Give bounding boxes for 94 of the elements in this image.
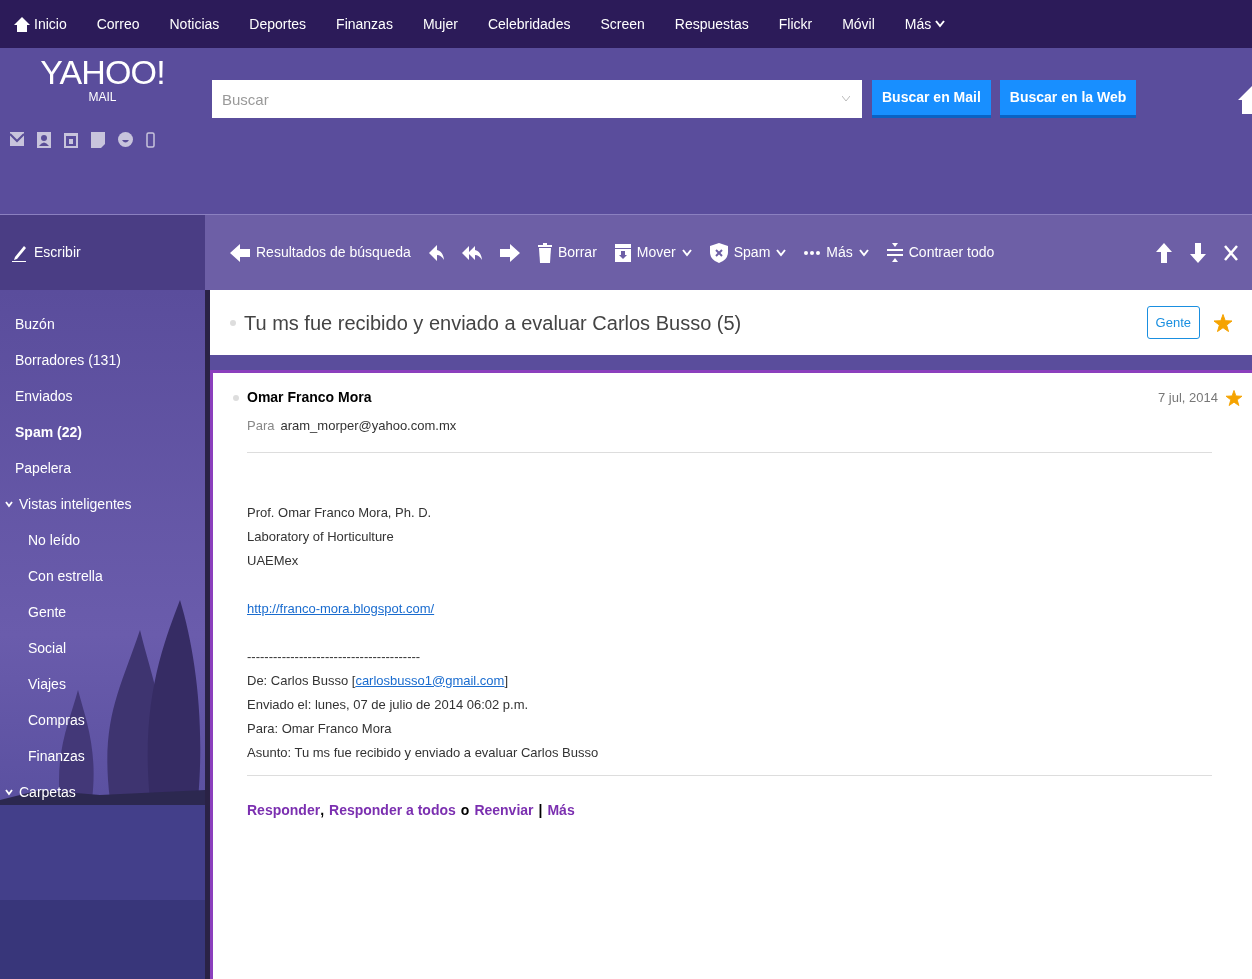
nav-link[interactable]: Más	[904, 13, 946, 35]
separator-text: |	[538, 800, 543, 820]
sidebar-item[interactable]: Enviados	[15, 378, 73, 414]
sidebar-item[interactable]: Compras	[28, 702, 85, 738]
toolbar-button[interactable]: Mover	[614, 242, 692, 263]
chevron-icon	[5, 500, 13, 508]
sidebar-item[interactable]: Borradores (131)	[15, 342, 121, 378]
arrow-down-icon	[1190, 242, 1206, 263]
nav-link[interactable]: Correo	[96, 13, 140, 35]
notepad-icon[interactable]	[91, 132, 105, 148]
sidebar-item[interactable]: No leído	[28, 522, 81, 558]
arrow-up-button[interactable]	[1156, 242, 1172, 263]
search-button[interactable]: Buscar en la Web	[999, 80, 1137, 118]
chevron-icon	[5, 788, 13, 796]
home-icon	[14, 16, 30, 32]
toolbar-button[interactable]: Más	[804, 242, 869, 263]
star-icon[interactable]	[1214, 313, 1232, 332]
reply-all-icon	[461, 244, 482, 261]
separator-text: ,	[320, 800, 324, 820]
toolbar-button[interactable]: Borrar	[537, 242, 597, 263]
chevron-down-icon	[681, 248, 692, 257]
nav-link[interactable]: Screen	[600, 13, 645, 35]
arrow-left-icon	[230, 243, 250, 262]
nav-link[interactable]: Flickr	[778, 13, 813, 35]
sidebar-item[interactable]: Buzón	[15, 306, 55, 342]
nav-link[interactable]: Móvil	[842, 13, 875, 35]
nav-link[interactable]: Inicio	[14, 13, 67, 35]
trash-icon	[537, 242, 552, 263]
arrow-right-button[interactable]	[499, 243, 520, 262]
nav-link[interactable]: Finanzas	[336, 13, 393, 35]
recipient-address: aram_morper@yahoo.com.mx	[280, 417, 457, 435]
body-text: De: Carlos Busso [carlosbusso1@gmail.com]	[247, 671, 509, 690]
sidebar-item[interactable]: Papelera	[15, 450, 72, 486]
toolbar-button[interactable]: Spam	[709, 242, 787, 263]
body-text: Prof. Omar Franco Mora, Ph. D.	[247, 503, 432, 522]
nav-link[interactable]: Celebridades	[487, 13, 571, 35]
sidebar-item[interactable]: Gente	[28, 594, 67, 630]
search-button[interactable]: Buscar en Mail	[872, 80, 991, 118]
arrow-up-icon	[1156, 242, 1172, 263]
message-date: 7 jul, 2014	[1158, 388, 1218, 407]
action-link[interactable]: Reenviar	[474, 799, 534, 821]
arrow-right-icon	[499, 243, 520, 262]
product-name: MAIL	[88, 90, 117, 104]
reply-button[interactable]	[428, 244, 444, 261]
contacts-icon[interactable]	[37, 132, 51, 148]
toolbar-button[interactable]: Contraer todo	[886, 242, 995, 263]
body-text: Para: Omar Franco Mora	[247, 719, 392, 738]
reply-all-button[interactable]	[461, 244, 482, 261]
collapse-icon	[886, 243, 903, 262]
action-link[interactable]: Responder a todos	[329, 799, 456, 821]
arrow-down-button[interactable]	[1190, 242, 1206, 263]
body-text: Laboratory of Horticulture	[247, 527, 394, 546]
sidebar-item[interactable]: Vistas inteligentes	[5, 486, 132, 522]
toolbar-button[interactable]: Resultados de búsqueda	[230, 242, 411, 263]
sender-name: Omar Franco Mora	[247, 388, 373, 407]
sidebar-item[interactable]: Spam (22)	[15, 414, 82, 450]
search-field[interactable]: Buscar	[212, 80, 862, 118]
to-label: Para	[247, 417, 275, 435]
shield-icon	[709, 242, 728, 263]
close-button[interactable]	[1224, 244, 1238, 261]
body-link[interactable]: http://franco-mora.blogspot.com/	[247, 596, 435, 621]
body-text: UAEMex	[247, 551, 299, 570]
close-icon	[1224, 244, 1238, 261]
conversation-subject: Tu ms fue recibido y enviado a evaluar Carlos Busso (5)	[244, 310, 743, 336]
home-icon[interactable]	[1238, 86, 1252, 114]
sidebar-item[interactable]: Social	[28, 630, 67, 666]
sidebar-item[interactable]: Carpetas	[5, 774, 76, 810]
action-link[interactable]: Más	[547, 799, 575, 821]
sidebar-item[interactable]: Con estrella	[28, 558, 103, 594]
more-dots-icon	[804, 249, 821, 256]
yahoo-logo[interactable]: YAHOO!	[40, 54, 165, 90]
star-icon[interactable]	[1226, 389, 1242, 406]
mail-icon[interactable]	[10, 132, 24, 146]
mobile-phone-icon[interactable]	[146, 132, 155, 148]
pencil-icon	[12, 243, 26, 262]
email-link[interactable]: carlosbusso1@gmail.com	[355, 672, 505, 688]
reply-icon	[428, 244, 444, 261]
nav-link[interactable]: Deportes	[249, 13, 307, 35]
chevron-down-icon	[858, 248, 869, 257]
chevron-down-icon	[935, 20, 946, 28]
body-text: Enviado el: lunes, 07 de julio de 2014 06:02 p.m.	[247, 695, 529, 714]
sidebar-item[interactable]: Finanzas	[28, 738, 85, 774]
sidebar-item[interactable]: Viajes	[28, 666, 66, 702]
compose-button[interactable]: Escribir	[12, 242, 81, 263]
action-link[interactable]: Responder	[247, 799, 321, 821]
body-text: ----------------------------------------	[247, 647, 421, 666]
people-button[interactable]: Gente	[1146, 305, 1200, 340]
chevron-down-icon	[776, 248, 787, 257]
nav-link[interactable]: Respuestas	[674, 13, 749, 35]
body-text: Asunto: Tu ms fue recibido y enviado a evaluar Carlos Busso	[247, 743, 599, 762]
nav-link[interactable]: Mujer	[422, 13, 458, 35]
separator-text: o	[460, 800, 470, 820]
nav-link[interactable]: Noticias	[169, 13, 220, 35]
move-to-folder-icon	[614, 243, 631, 262]
